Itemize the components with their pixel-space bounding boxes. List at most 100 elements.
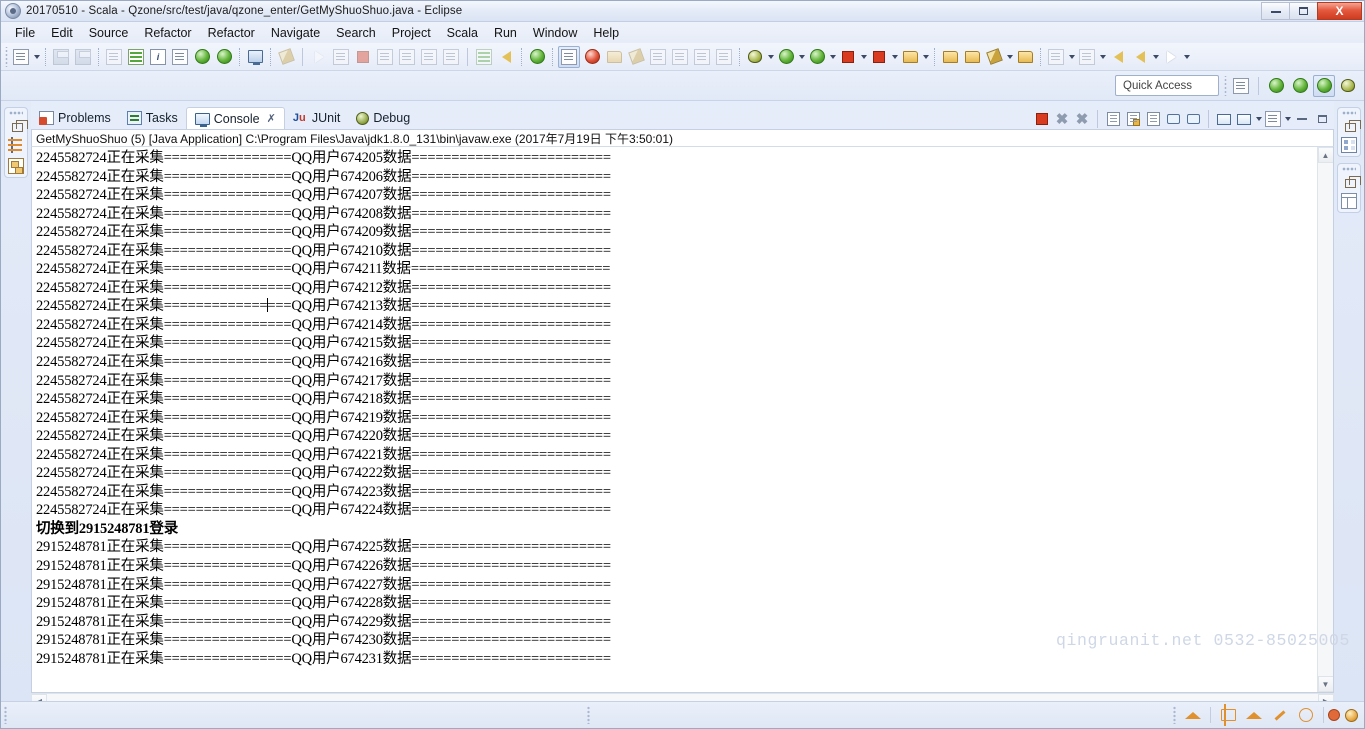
drop-to-frame-icon[interactable] — [441, 47, 461, 67]
menu-window[interactable]: Window — [525, 24, 585, 42]
show-whitespace-icon[interactable] — [714, 47, 734, 67]
scroll-down-arrow[interactable]: ▼ — [1317, 676, 1333, 692]
clear-console-icon[interactable] — [1103, 109, 1123, 129]
toolbar-grip[interactable] — [4, 46, 10, 67]
scroll-lock-icon[interactable] — [1123, 109, 1143, 129]
warning-icon[interactable] — [1345, 708, 1358, 722]
debug-last-tool-icon[interactable] — [214, 47, 234, 67]
debug-icon[interactable] — [745, 47, 765, 67]
minimize-view-icon[interactable] — [1292, 109, 1312, 129]
minimize-button[interactable] — [1261, 2, 1290, 20]
menu-search[interactable]: Search — [328, 24, 384, 42]
perspective-grip[interactable] — [1223, 75, 1229, 96]
quick-access-input[interactable]: Quick Access — [1115, 75, 1219, 96]
restore-icon[interactable] — [11, 120, 28, 132]
pin-console-icon[interactable] — [1183, 109, 1203, 129]
package-dropdown-arrow[interactable] — [921, 47, 930, 67]
run-last-tool-icon[interactable] — [192, 47, 212, 67]
menu-file[interactable]: File — [7, 24, 43, 42]
menu-refactor-2[interactable]: Refactor — [200, 24, 263, 42]
tab-console[interactable]: Console ✗ — [185, 107, 285, 129]
forward-arrow-icon[interactable] — [1161, 47, 1181, 67]
new-scala-project-icon[interactable] — [558, 45, 580, 68]
step-into-icon[interactable] — [375, 47, 395, 67]
fast-view-grip[interactable] — [9, 111, 23, 115]
run-dropdown-arrow[interactable] — [797, 47, 806, 67]
stop-icon[interactable] — [838, 47, 858, 67]
hierarchy-icon[interactable] — [8, 158, 24, 174]
open-console-icon[interactable] — [1234, 109, 1254, 129]
task-list-icon[interactable] — [1341, 193, 1357, 209]
tab-junit[interactable]: Ju JUnit — [285, 107, 348, 129]
open-file-icon[interactable] — [962, 47, 982, 67]
menu-source[interactable]: Source — [81, 24, 137, 42]
external-tools-dropdown-arrow[interactable] — [890, 47, 899, 67]
step-over-icon[interactable] — [397, 47, 417, 67]
menu-navigate[interactable]: Navigate — [263, 24, 328, 42]
open-package-icon[interactable] — [900, 47, 920, 67]
tab-tasks[interactable]: Tasks — [119, 107, 186, 129]
open-folder-icon[interactable] — [940, 47, 960, 67]
green-table-icon[interactable] — [126, 47, 146, 67]
package-explorer-icon[interactable] — [8, 137, 24, 153]
scala-icon[interactable] — [496, 47, 516, 67]
tab-problems[interactable]: Problems — [31, 107, 119, 129]
search-icon[interactable] — [582, 47, 602, 67]
menu-help[interactable]: Help — [585, 24, 627, 42]
link-icon[interactable] — [104, 47, 124, 67]
close-button[interactable]: X — [1317, 2, 1362, 20]
console-text[interactable]: 2245582724正在采集================QQ用户674205… — [32, 147, 1317, 692]
toggle-mark-occurrences-icon[interactable] — [527, 47, 547, 67]
terminate-icon[interactable] — [353, 47, 373, 67]
error-icon[interactable] — [1328, 709, 1340, 721]
menu-project[interactable]: Project — [384, 24, 439, 42]
external-tools-icon[interactable] — [869, 47, 889, 67]
run-configurations-icon[interactable] — [807, 47, 827, 67]
remove-launch-icon[interactable]: ✖ — [1052, 109, 1072, 129]
run-config-dropdown-arrow[interactable] — [828, 47, 837, 67]
tab-debug[interactable]: Debug — [348, 107, 418, 129]
outline-doc-icon[interactable] — [170, 47, 190, 67]
build-icon[interactable] — [670, 47, 690, 67]
file-dropdown-arrow[interactable] — [1005, 47, 1014, 67]
word-wrap-icon[interactable] — [1143, 109, 1163, 129]
menu-scala[interactable]: Scala — [439, 24, 486, 42]
console-icon[interactable] — [245, 47, 265, 67]
maximize-view-icon[interactable] — [1312, 109, 1332, 129]
new-dropdown-arrow[interactable] — [32, 47, 41, 67]
restore-icon[interactable] — [1344, 120, 1361, 132]
scroll-up-arrow[interactable]: ▲ — [1317, 147, 1333, 163]
resume-icon[interactable] — [309, 47, 329, 67]
restore-button[interactable] — [1289, 2, 1318, 20]
previous-edit-icon[interactable] — [1015, 47, 1035, 67]
back-dropdown-arrow[interactable] — [1151, 47, 1160, 67]
suspend-icon[interactable] — [331, 47, 351, 67]
eraser-icon[interactable] — [626, 47, 646, 67]
remove-all-terminated-icon[interactable]: ✖ — [1072, 109, 1092, 129]
vscroll-track[interactable] — [1317, 163, 1333, 676]
book-icon[interactable] — [1218, 705, 1238, 725]
restore-icon[interactable] — [1344, 176, 1361, 188]
menu-run[interactable]: Run — [486, 24, 525, 42]
annotation-icon[interactable] — [604, 47, 624, 67]
java-perspective-icon[interactable] — [1289, 75, 1311, 97]
prev-dropdown-arrow[interactable] — [1098, 47, 1107, 67]
graduation-cap-icon[interactable] — [1244, 705, 1264, 725]
java-browsing-perspective-icon[interactable] — [1265, 75, 1287, 97]
new-document-icon[interactable] — [11, 47, 31, 67]
terminate-icon[interactable] — [1032, 109, 1052, 129]
next-dropdown-arrow[interactable] — [1067, 47, 1076, 67]
next-annotation-icon[interactable] — [648, 47, 668, 67]
save-icon[interactable] — [51, 47, 71, 67]
open-type-icon[interactable] — [692, 47, 712, 67]
fast-view-grip[interactable] — [1342, 111, 1356, 115]
show-console-on-output-icon[interactable] — [1163, 109, 1183, 129]
skip-breakpoints-icon[interactable] — [276, 47, 296, 67]
close-icon[interactable]: ✗ — [267, 112, 276, 125]
info-icon[interactable]: i — [148, 47, 168, 67]
step-return-icon[interactable] — [419, 47, 439, 67]
display-selected-console-icon[interactable] — [1214, 109, 1234, 129]
debug-perspective-icon[interactable] — [1337, 75, 1359, 97]
java-ee-perspective-icon[interactable] — [1313, 74, 1335, 97]
back-icon[interactable] — [1077, 47, 1097, 67]
